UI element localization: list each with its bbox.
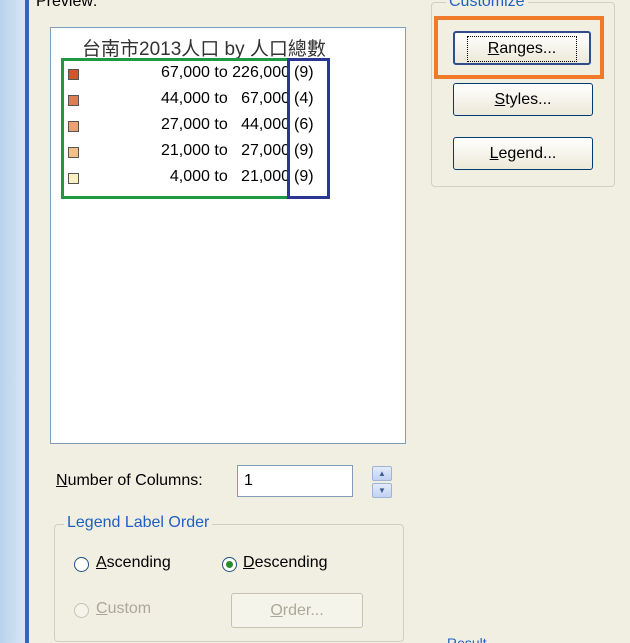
custom-label[interactable]: Custom: [96, 600, 151, 618]
label-order-title: Legend Label Order: [64, 514, 213, 532]
count-values-highlight: [287, 58, 330, 199]
columns-label: Number of Columns:: [56, 472, 203, 489]
ascending-label[interactable]: Ascending: [96, 554, 171, 572]
legend-button[interactable]: Legend...: [453, 137, 593, 170]
custom-radio[interactable]: [74, 603, 89, 618]
preview-label: Preview:: [36, 0, 98, 10]
ascending-radio[interactable]: [74, 557, 89, 572]
descending-label[interactable]: Descending: [243, 554, 328, 572]
customize-group-title: Customize: [446, 0, 528, 11]
legend-preview-title: 台南市2013人口 by 人口總數: [82, 39, 326, 60]
spin-up-icon[interactable]: ▲: [372, 466, 392, 481]
columns-input[interactable]: 1: [237, 465, 353, 497]
descending-radio[interactable]: [222, 557, 237, 572]
legend-button-label: Legend...: [489, 145, 557, 162]
columns-spinner[interactable]: ▲ ▼: [372, 466, 392, 498]
styles-button[interactable]: Styles...: [453, 83, 593, 116]
range-values-highlight: [61, 58, 290, 199]
ranges-button-highlight: [434, 16, 604, 79]
result-group-title-partial: Result: [447, 635, 487, 643]
left-window-edge: [0, 0, 25, 643]
spin-down-icon[interactable]: ▼: [372, 483, 392, 498]
styles-button-label: Styles...: [494, 91, 552, 108]
order-button[interactable]: Order...: [231, 593, 363, 628]
order-button-label: Order...: [270, 602, 324, 619]
